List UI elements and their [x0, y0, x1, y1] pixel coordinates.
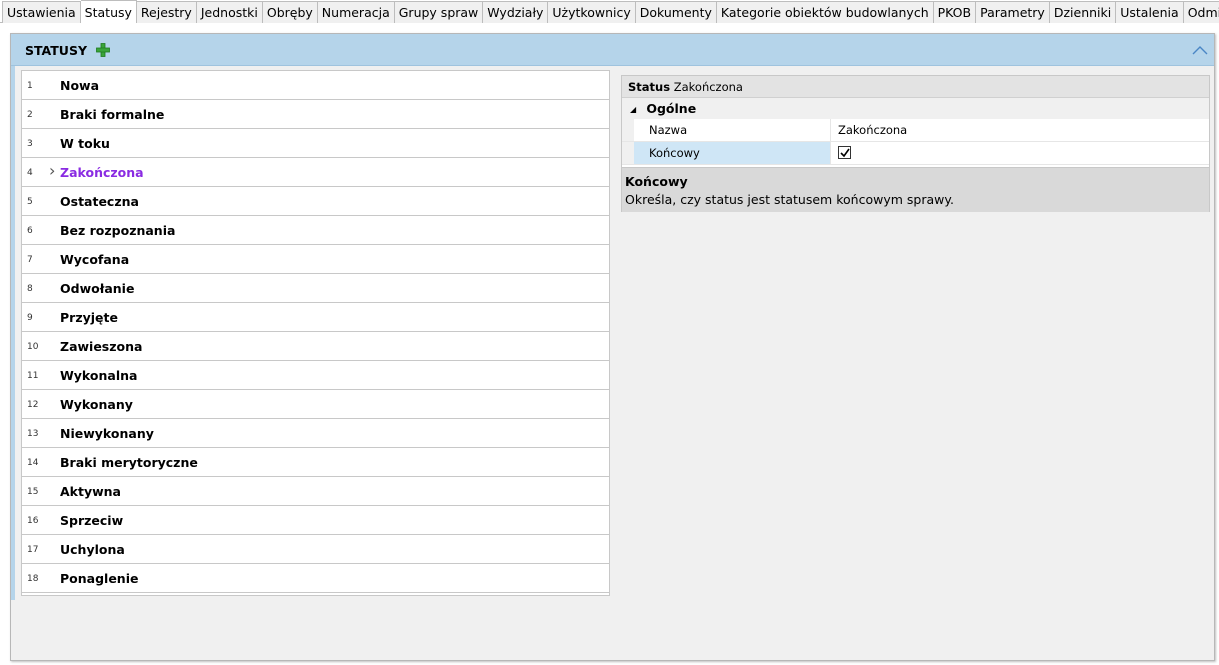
row-number: 10 [27, 342, 39, 352]
status-row[interactable]: 12 Wykonany [22, 390, 609, 419]
row-number: 4 [27, 168, 33, 178]
tabs: Ustawienia Statusy Rejestry Jednostki Obręby… [2, 0, 1219, 23]
status-name: Wycofana [60, 252, 130, 267]
tab-pkob[interactable]: PKOB [933, 1, 977, 23]
panel-header: STATUSY [11, 34, 1214, 66]
status-row[interactable]: 4 › Zakończona [22, 158, 609, 187]
tab-dzienniki[interactable]: Dzienniki [1049, 1, 1117, 23]
final-checkbox[interactable] [838, 146, 851, 159]
tab-numeracja[interactable]: Numeracja [317, 1, 395, 23]
status-name: Uchylona [60, 542, 125, 557]
tab-użytkownicy[interactable]: Użytkownicy [548, 1, 636, 23]
status-name: Zawieszona [60, 339, 143, 354]
row-number: 11 [27, 371, 39, 381]
row-number: 7 [27, 255, 33, 265]
row-number: 3 [27, 139, 33, 149]
plus-icon[interactable] [96, 43, 110, 57]
row-number: 17 [27, 545, 39, 555]
description-title: Końcowy [625, 174, 688, 189]
status-row[interactable]: 11 Wykonalna [22, 361, 609, 390]
status-row[interactable]: 7 Wycofana [22, 245, 609, 274]
row-number: 13 [27, 429, 39, 439]
row-number: 1 [27, 81, 33, 91]
tab-obręby[interactable]: Obręby [262, 1, 318, 23]
status-name: Przyjęte [60, 310, 118, 325]
row-number: 16 [27, 516, 39, 526]
property-grid: Status Zakończona ◢ Ogólne Nazwa Zakończ… [621, 75, 1210, 212]
tab-bar: Ustawienia Statusy Rejestry Jednostki Obręby… [0, 0, 1219, 23]
chevron-up-icon[interactable] [1192, 44, 1208, 56]
property-description: Końcowy Określa, czy status jest statuse… [622, 167, 1209, 212]
tab-kategorie-obiektów-budowlanych[interactable]: Kategorie obiektów budowlanych [716, 1, 934, 23]
status-row[interactable]: 9 Przyjęte [22, 303, 609, 332]
tab-rejestry[interactable]: Rejestry [136, 1, 197, 23]
status-name: Bez rozpoznania [60, 223, 176, 238]
tab-ustalenia[interactable]: Ustalenia [1116, 1, 1184, 23]
tab-ustawienia[interactable]: Ustawienia [2, 1, 81, 23]
collapse-triangle-icon[interactable]: ◢ [630, 99, 642, 120]
property-row-final[interactable]: Końcowy [622, 142, 1209, 165]
status-row[interactable]: 1 Nowa [22, 71, 609, 100]
status-row[interactable]: 10 Zawieszona [22, 332, 609, 361]
property-final-label: Końcowy [634, 142, 831, 164]
status-row[interactable]: 13 Niewykonany [22, 419, 609, 448]
status-name: Ponaglenie [60, 571, 139, 586]
status-name: Ostateczna [60, 194, 139, 209]
tab-statusy[interactable]: Statusy [80, 0, 137, 23]
property-grid-header: Status Zakończona [622, 76, 1209, 98]
tab-grupy-spraw[interactable]: Grupy spraw [394, 1, 484, 23]
status-name: Aktywna [60, 484, 121, 499]
status-row[interactable]: 2 Braki formalne [22, 100, 609, 129]
category-label: Ogólne [646, 101, 697, 116]
tab-odmiana[interactable]: Odmiana [1183, 1, 1219, 23]
tab-jednostki[interactable]: Jednostki [196, 1, 263, 23]
status-name: Odwołanie [60, 281, 135, 296]
property-name-value[interactable]: Zakończona [838, 119, 907, 141]
row-number: 9 [27, 313, 33, 323]
status-name: Braki merytoryczne [60, 455, 198, 470]
property-name-label: Nazwa [634, 119, 831, 141]
status-name: Sprzeciw [60, 513, 124, 528]
status-list: 1 Nowa 2 Braki formalne 3 W toku 4 › Zakończona 5… [21, 70, 610, 596]
tab-parametry[interactable]: Parametry [976, 1, 1050, 23]
status-row[interactable]: 18 Ponaglenie [22, 564, 609, 593]
status-row[interactable]: 3 W toku [22, 129, 609, 158]
panel-title: STATUSY [25, 43, 87, 58]
property-gutter [622, 142, 634, 164]
property-gutter [622, 119, 634, 141]
category-general[interactable]: ◢ Ogólne [622, 98, 1209, 119]
row-number: 15 [27, 487, 39, 497]
row-number: 6 [27, 226, 33, 236]
status-row[interactable]: 17 Uchylona [22, 535, 609, 564]
statuses-panel: STATUSY 1 Nowa 2 Braki formalne 3 W toku 4 › Zak… [10, 33, 1215, 661]
tab-wydziały[interactable]: Wydziały [483, 1, 549, 23]
row-number: 12 [27, 400, 39, 410]
property-row-name[interactable]: Nazwa Zakończona [622, 119, 1209, 142]
tab-dokumenty[interactable]: Dokumenty [635, 1, 717, 23]
property-header-label: Status [628, 80, 671, 94]
status-name: Wykonany [60, 397, 133, 412]
panel-left-strip [11, 66, 15, 600]
row-number: 2 [27, 110, 33, 120]
status-name: Niewykonany [60, 426, 154, 441]
status-row[interactable]: 14 Braki merytoryczne [22, 448, 609, 477]
row-number: 18 [27, 574, 39, 584]
status-name: Nowa [60, 78, 100, 93]
status-name: Zakończona [60, 165, 144, 180]
row-number: 5 [27, 197, 33, 207]
status-row[interactable]: 16 Sprzeciw [22, 506, 609, 535]
status-name: Wykonalna [60, 368, 138, 383]
status-name: Braki formalne [60, 107, 165, 122]
chevron-right-icon: › [49, 161, 56, 180]
row-number: 8 [27, 284, 33, 294]
property-header-value: Zakończona [673, 80, 743, 94]
status-row[interactable]: 6 Bez rozpoznania [22, 216, 609, 245]
status-row[interactable]: 8 Odwołanie [22, 274, 609, 303]
status-row[interactable]: 15 Aktywna [22, 477, 609, 506]
row-number: 14 [27, 458, 39, 468]
status-row[interactable]: 5 Ostateczna [22, 187, 609, 216]
checkmark-icon [840, 148, 850, 158]
status-name: W toku [60, 136, 110, 151]
description-text: Określa, czy status jest statusem końcow… [625, 192, 954, 207]
